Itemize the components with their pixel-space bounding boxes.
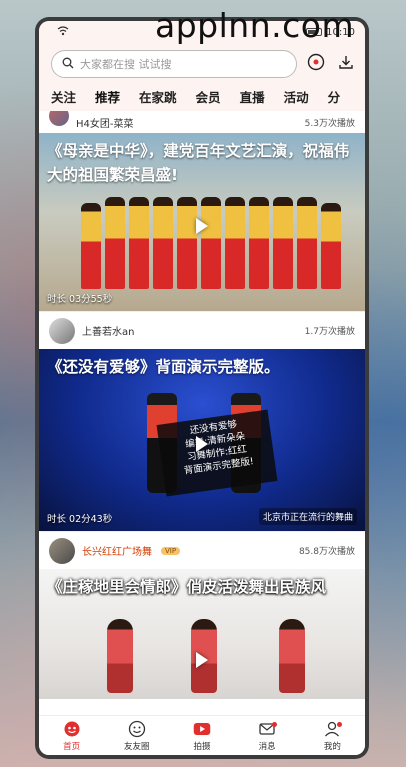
author-info[interactable]: 长兴红红广场舞 VIP <box>49 537 181 564</box>
video-card[interactable]: 《母亲是中华》，建党百年文艺汇演，祝福伟大的祖国繁荣昌盛! 时长 03分55秒 <box>39 133 365 311</box>
video-feed: H4女团-菜菜 5.3万次播放 《母亲是中华》，建党百年文艺汇演，祝福伟大的祖国… <box>39 111 365 715</box>
dancer-figure <box>153 197 173 289</box>
avatar[interactable] <box>49 317 75 344</box>
play-icon[interactable] <box>196 652 208 668</box>
play-icon[interactable] <box>196 435 208 452</box>
video-title: 《还没有爱够》背面演示完整版。 <box>47 358 280 376</box>
video-caption: 还没有爱够 编舞:清新朵朵 习舞制作:红红 背面演示完整版! <box>156 409 278 497</box>
record-icon <box>193 720 211 738</box>
tab-member[interactable]: 会员 <box>196 87 221 106</box>
music-disc-button[interactable] <box>305 53 327 75</box>
download-button[interactable] <box>335 53 357 75</box>
nav-home[interactable]: 首页 <box>47 720 97 752</box>
dancer-figure <box>81 203 101 289</box>
play-icon[interactable] <box>196 217 208 234</box>
search-row: 大家都在搜 试试搜 <box>39 43 365 81</box>
notification-dot <box>337 721 343 727</box>
video-card[interactable]: 《还没有爱够》背面演示完整版。 还没有爱够 编舞:清新朵朵 习舞制作:红红 背面… <box>39 349 365 531</box>
author-row: 上善若水an 1.7万次播放 <box>39 311 365 349</box>
author-name: 长兴红红广场舞 <box>82 547 152 558</box>
video-duration: 时长 02分43秒 <box>47 511 112 525</box>
nav-label: 友友圈 <box>124 741 150 752</box>
dancer-figure <box>297 197 317 289</box>
nav-profile[interactable]: 我的 <box>307 720 357 752</box>
tab-activity[interactable]: 活动 <box>284 87 309 106</box>
video-title: 《庄稼地里会情郎》俏皮活泼舞出民族风 <box>47 578 327 596</box>
duration-label: 时长 <box>47 294 67 305</box>
avatar[interactable] <box>49 111 69 126</box>
phone-frame: 10:10 大家都在搜 试试搜 关注 推荐 在家跳 会员 直播 活动 分 H4女… <box>35 17 369 759</box>
dancer-figure <box>129 197 149 289</box>
author-info[interactable]: H4女团-菜菜 <box>49 111 134 130</box>
location-tag[interactable]: 北京市正在流行的舞曲 <box>258 508 357 525</box>
tab-more[interactable]: 分 <box>328 87 341 106</box>
dancer-figure <box>105 197 125 289</box>
tab-live[interactable]: 直播 <box>240 87 265 106</box>
avatar[interactable] <box>49 537 75 564</box>
nav-messages[interactable]: 消息 <box>242 720 292 752</box>
notification-dot <box>272 721 278 727</box>
search-icon <box>62 57 74 72</box>
nav-label: 消息 <box>258 741 276 752</box>
duration-label: 时长 <box>47 514 67 525</box>
search-placeholder: 大家都在搜 试试搜 <box>80 58 172 71</box>
app-screen: 10:10 大家都在搜 试试搜 关注 推荐 在家跳 会员 直播 活动 分 H4女… <box>39 21 365 755</box>
author-row: H4女团-菜菜 5.3万次播放 <box>39 111 365 133</box>
tab-recommend[interactable]: 推荐 <box>95 87 120 106</box>
download-icon <box>338 54 354 74</box>
wifi-icon <box>57 25 69 39</box>
dancer-figure <box>279 619 305 693</box>
author-info[interactable]: 上善若水an <box>49 317 135 344</box>
dancer-figure <box>201 197 221 289</box>
tab-dance-at-home[interactable]: 在家跳 <box>139 87 177 106</box>
music-disc-icon <box>307 53 325 75</box>
nav-label: 首页 <box>63 741 81 752</box>
video-title: 《母亲是中华》，建党百年文艺汇演，祝福伟大的祖国繁荣昌盛! <box>47 142 350 184</box>
nav-label: 我的 <box>323 741 341 752</box>
category-tabs: 关注 推荐 在家跳 会员 直播 活动 分 <box>39 81 365 111</box>
search-input[interactable]: 大家都在搜 试试搜 <box>51 50 297 78</box>
duration-value: 03分55秒 <box>69 294 113 305</box>
smile-icon <box>128 720 146 738</box>
author-name: 上善若水an <box>82 327 135 338</box>
author-row: 长兴红红广场舞 VIP 85.8万次播放 <box>39 531 365 569</box>
dancer-figure <box>273 197 293 289</box>
video-card[interactable]: 《庄稼地里会情郎》俏皮活泼舞出民族风 <box>39 569 365 699</box>
play-count: 5.3万次播放 <box>304 118 355 129</box>
nav-record[interactable]: 拍摄 <box>177 720 227 752</box>
dancer-figure <box>249 197 269 289</box>
dancer-figure <box>107 619 133 693</box>
vip-badge: VIP <box>161 546 181 555</box>
nav-label: 拍摄 <box>193 741 211 752</box>
dancer-figure <box>177 197 197 289</box>
play-count: 85.8万次播放 <box>298 547 355 557</box>
author-name: H4女团-菜菜 <box>76 118 134 130</box>
video-duration: 时长 03分55秒 <box>47 291 112 305</box>
nav-friends[interactable]: 友友圈 <box>112 720 162 752</box>
home-icon <box>63 720 81 738</box>
bottom-navigation: 首页 友友圈 拍摄 消息 我的 <box>39 715 365 755</box>
duration-value: 02分43秒 <box>69 514 113 525</box>
play-count: 1.7万次播放 <box>304 327 355 337</box>
watermark: applnn.com <box>155 6 355 45</box>
dancer-figure <box>321 203 341 289</box>
tab-follow[interactable]: 关注 <box>51 87 76 106</box>
dancer-figure <box>225 197 245 289</box>
